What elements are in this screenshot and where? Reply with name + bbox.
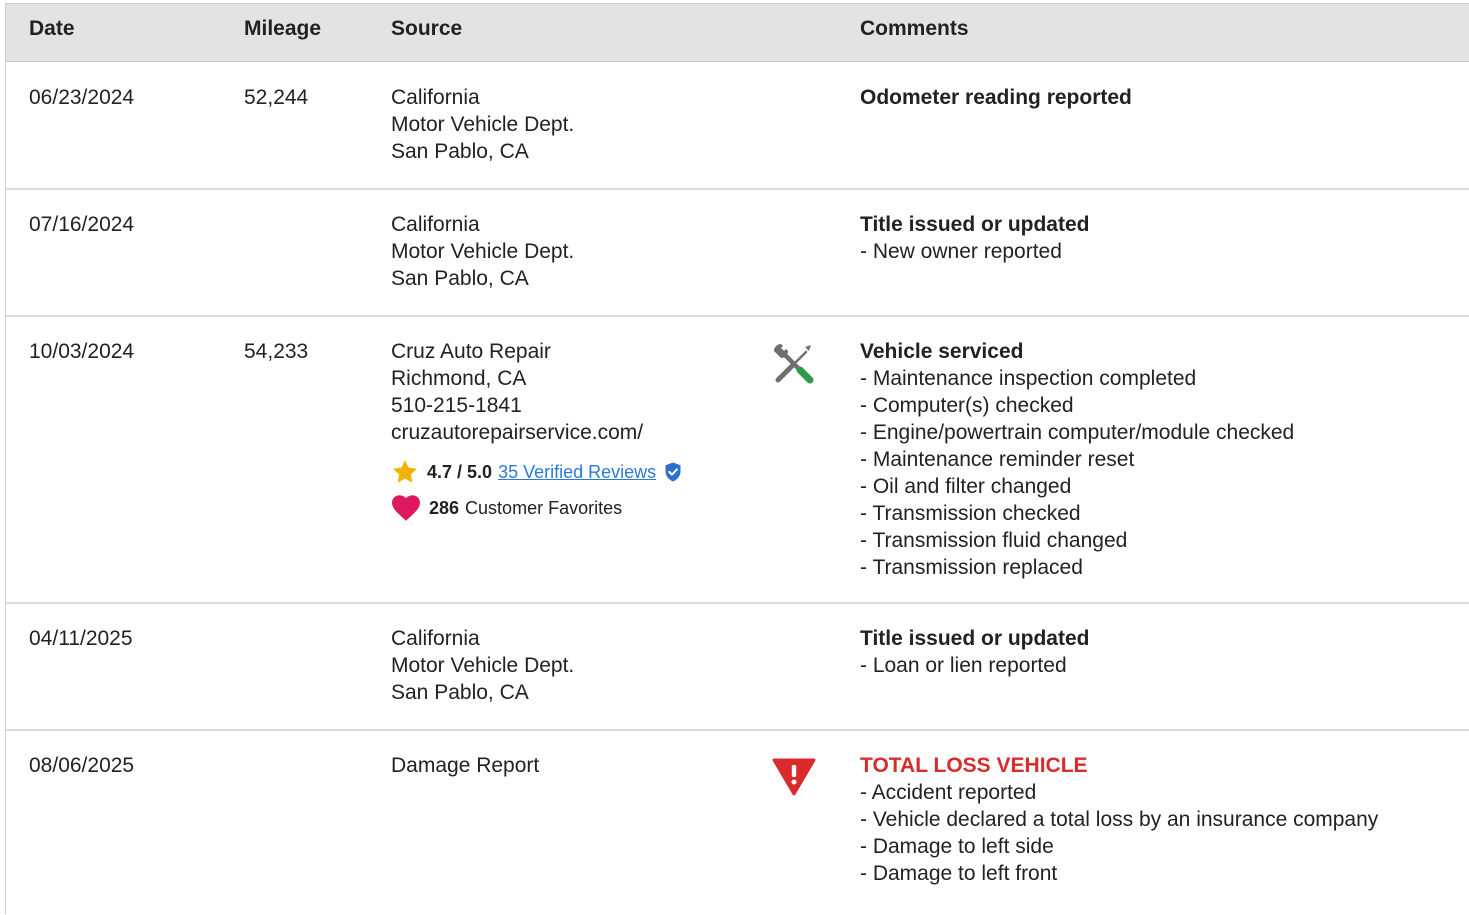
row-source: California Motor Vehicle Dept. San Pablo… <box>391 84 574 165</box>
source-line: 510-215-1841 <box>391 394 522 417</box>
row-comments: Vehicle serviced - Maintenance inspectio… <box>860 338 1294 581</box>
source-line: Motor Vehicle Dept. <box>391 654 575 677</box>
favorites-count: 286 <box>429 497 460 518</box>
row-source: Damage Report <box>391 752 539 779</box>
comment-item: - Accident reported <box>860 781 1037 804</box>
row-date: 07/16/2024 <box>29 213 135 236</box>
comment-title: Title issued or updated <box>860 213 1090 236</box>
row-date: 06/23/2024 <box>29 86 135 109</box>
source-line: Motor Vehicle Dept. <box>391 113 575 136</box>
header-date: Date <box>29 17 75 40</box>
comment-item: - Engine/powertrain computer/module chec… <box>860 421 1295 444</box>
comment-item: - Loan or lien reported <box>860 654 1067 677</box>
heart-icon <box>392 495 420 521</box>
verified-shield-icon <box>664 462 690 482</box>
table-row: 06/23/2024 52,244 California Motor Vehic… <box>6 61 1469 190</box>
row-mileage: 52,244 <box>244 86 309 109</box>
row-comments: Title issued or updated - Loan or lien r… <box>860 625 1089 679</box>
source-line: California <box>391 213 480 236</box>
source-line: San Pablo, CA <box>391 267 529 290</box>
source-line: Cruz Auto Repair <box>391 340 551 363</box>
row-date: 04/11/2025 <box>29 627 133 650</box>
comment-title: Title issued or updated <box>860 627 1090 650</box>
header-mileage: Mileage <box>244 17 322 40</box>
row-source: Cruz Auto Repair Richmond, CA 510-215-18… <box>391 338 690 524</box>
source-line: San Pablo, CA <box>391 681 529 704</box>
table-row: 07/16/2024 California Motor Vehicle Dept… <box>6 188 1469 317</box>
source-line: Motor Vehicle Dept. <box>391 240 575 263</box>
comment-item: - Damage to left front <box>860 862 1058 885</box>
star-icon <box>393 460 417 483</box>
comment-item: - Damage to left side <box>860 835 1054 858</box>
source-line: Richmond, CA <box>391 367 527 390</box>
row-comments: Odometer reading reported <box>860 84 1132 111</box>
header-source: Source <box>391 17 463 40</box>
row-source: California Motor Vehicle Dept. San Pablo… <box>391 625 574 706</box>
verified-reviews-link[interactable]: 35 Verified Reviews <box>498 459 656 486</box>
row-comments: Title issued or updated - New owner repo… <box>860 211 1089 265</box>
source-line: San Pablo, CA <box>391 140 529 163</box>
favorites-label: Customer Favorites <box>465 497 623 518</box>
vehicle-history-table: Date Mileage Source Comments 06/23/2024 … <box>5 3 1469 914</box>
comment-title-alert: TOTAL LOSS VEHICLE <box>860 754 1088 777</box>
table-row: 04/11/2025 California Motor Vehicle Dept… <box>6 602 1469 731</box>
rating-value: 4.7 / 5.0 <box>427 461 493 482</box>
comment-item: - Oil and filter changed <box>860 475 1072 498</box>
source-line: California <box>391 86 480 109</box>
comment-item: - Maintenance inspection completed <box>860 367 1197 390</box>
table-row: 10/03/2024 54,233 Cruz Auto Repair Richm… <box>6 315 1469 604</box>
comment-item: - New owner reported <box>860 240 1062 263</box>
source-line: Damage Report <box>391 754 540 777</box>
service-tools-icon <box>772 342 816 391</box>
header-comments: Comments <box>860 17 969 40</box>
source-line: California <box>391 627 480 650</box>
comment-title: Odometer reading reported <box>860 86 1132 109</box>
row-date: 08/06/2025 <box>29 754 135 777</box>
row-comments: TOTAL LOSS VEHICLE - Accident reported -… <box>860 752 1378 887</box>
row-mileage: 54,233 <box>244 340 309 363</box>
comment-item: - Vehicle declared a total loss by an in… <box>860 808 1379 831</box>
table-row: 08/06/2025 Damage Report TOTAL LOSS VEHI… <box>6 729 1469 915</box>
source-website: cruzautorepairservice.com/ <box>391 421 644 444</box>
shop-rating: 4.7 / 5.0 35 Verified Reviews <box>391 456 690 488</box>
comment-title: Vehicle serviced <box>860 340 1024 363</box>
customer-favorites: 286 Customer Favorites <box>391 492 690 524</box>
row-source: California Motor Vehicle Dept. San Pablo… <box>391 211 574 292</box>
warning-triangle-icon <box>772 756 816 803</box>
row-date: 10/03/2024 <box>29 340 135 363</box>
comment-item: - Transmission replaced <box>860 556 1083 579</box>
comment-item: - Maintenance reminder reset <box>860 448 1135 471</box>
comment-item: - Computer(s) checked <box>860 394 1074 417</box>
table-header: Date Mileage Source Comments <box>6 4 1469 62</box>
comment-item: - Transmission fluid changed <box>860 529 1128 552</box>
comment-item: - Transmission checked <box>860 502 1081 525</box>
